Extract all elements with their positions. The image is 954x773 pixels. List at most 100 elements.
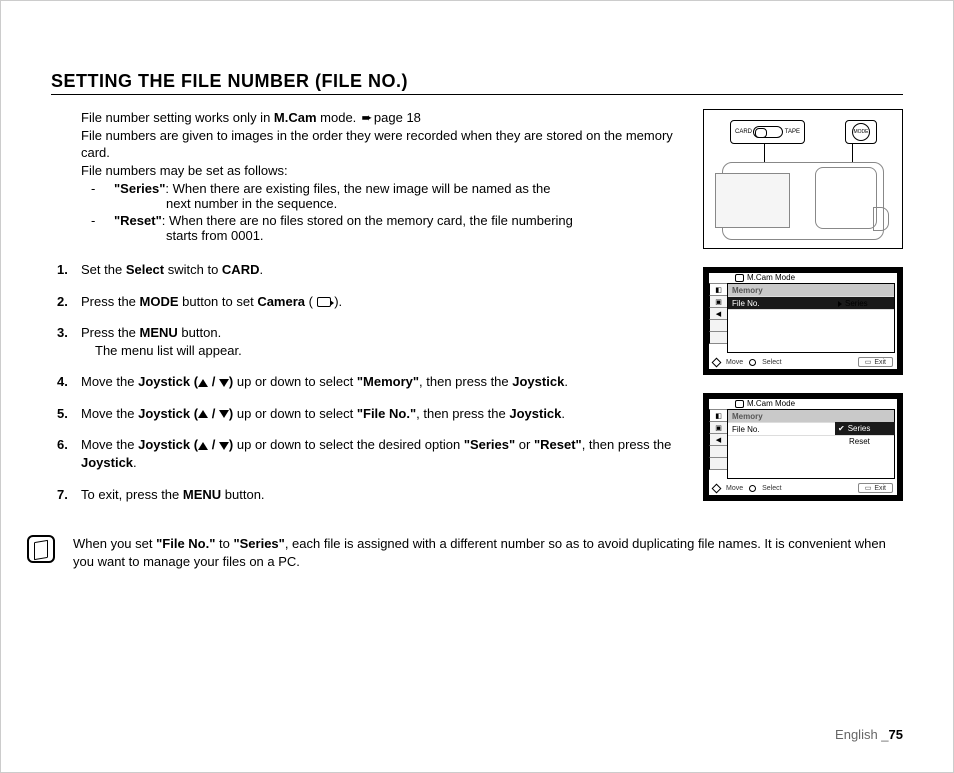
lcd-mode-label: M.Cam Mode xyxy=(731,273,799,282)
value-label: Series xyxy=(848,424,871,433)
step-text: Press the xyxy=(81,294,140,309)
footer-exit: ▭Exit xyxy=(858,483,893,493)
option-name: "Series" xyxy=(114,181,165,196)
note-part: to xyxy=(215,536,233,551)
step-4: Move the Joystick ( / ) up or down to se… xyxy=(57,373,678,391)
triangle-up-icon xyxy=(198,379,208,387)
step-text: up or down to select xyxy=(233,374,357,389)
step-text: , then press the xyxy=(582,437,672,452)
step-bold: CARD xyxy=(222,262,260,277)
value-series: ✔ Series xyxy=(835,422,895,435)
select-icon xyxy=(749,359,756,366)
step-7: To exit, press the MENU button. xyxy=(57,486,678,504)
option-desc: : When there are existing files, the new… xyxy=(165,181,550,196)
intro-text: File number setting works only in xyxy=(81,110,274,125)
step-text: . xyxy=(561,406,565,421)
bullet-dash: - xyxy=(91,181,99,211)
bullet-dash: - xyxy=(91,213,99,243)
value-series: Series xyxy=(835,297,895,310)
note-block: When you set "File No." to "Series", eac… xyxy=(27,535,903,570)
step-bold: / xyxy=(208,406,219,421)
tab-icon xyxy=(709,457,727,470)
step-bold: MODE xyxy=(140,294,179,309)
step-text: , then press the xyxy=(416,406,509,421)
step-bold: / xyxy=(208,437,219,452)
step-text: or xyxy=(515,437,534,452)
footer-exit: ▭Exit xyxy=(858,357,893,367)
lcd-screenshot-1: M.Cam Mode ◧ ▣ ◀ Memory File No. xyxy=(703,267,903,375)
step-text: Set the xyxy=(81,262,126,277)
exit-label: Exit xyxy=(874,485,886,492)
leader-line xyxy=(764,144,765,162)
camera-lcd-icon xyxy=(715,173,790,228)
step-bold: Joystick xyxy=(509,406,561,421)
step-bold: Joystick ( xyxy=(138,406,198,421)
menu-item-label: File No. xyxy=(732,425,760,434)
lcd-footer: Move Select ▭Exit xyxy=(713,482,893,494)
option-desc: : When there are no files stored on the … xyxy=(162,213,573,228)
mode-button-label: MODE xyxy=(852,123,870,141)
step-bold: / xyxy=(208,374,219,389)
note-bold: "File No." xyxy=(156,536,215,551)
step-bold: Camera xyxy=(257,294,305,309)
intro-block: File number setting works only in M.Cam … xyxy=(81,109,678,243)
lcd-side-tabs: ◧ ▣ ◀ xyxy=(709,409,727,469)
triangle-down-icon xyxy=(219,442,229,450)
step-bold: Joystick xyxy=(81,455,133,470)
step-bold: MENU xyxy=(140,325,178,340)
step-text: Press the xyxy=(81,325,140,340)
lcd-side-tabs: ◧ ▣ ◀ xyxy=(709,283,727,343)
step-bold: MENU xyxy=(183,487,221,502)
lcd-screenshot-2: M.Cam Mode ◧ ▣ ◀ Memory File No. xyxy=(703,393,903,501)
step-text: Move the xyxy=(81,406,138,421)
intro-text: mode. xyxy=(317,110,360,125)
step-text: button to set xyxy=(179,294,258,309)
lcd-mode-label: M.Cam Mode xyxy=(731,399,799,408)
triangle-right-icon xyxy=(838,301,842,307)
step-bold: "Memory" xyxy=(357,374,419,389)
note-bold: "Series" xyxy=(233,536,284,551)
camera-lens-icon xyxy=(873,207,889,231)
step-bold: "Reset" xyxy=(534,437,582,452)
menu-category: Memory xyxy=(728,284,894,297)
step-text: ( xyxy=(305,294,317,309)
step-text: To exit, press the xyxy=(81,487,183,502)
value-reset: Reset xyxy=(835,435,895,448)
triangle-down-icon xyxy=(219,410,229,418)
option-reset: - "Reset": When there are no files store… xyxy=(91,213,678,243)
lcd-footer: Move Select ▭Exit xyxy=(713,356,893,368)
switch-label-tape: TAPE xyxy=(785,129,800,135)
footer-lang: English _ xyxy=(835,727,888,742)
footer-select: Select xyxy=(762,359,781,366)
step-text: . xyxy=(564,374,568,389)
triangle-up-icon xyxy=(198,410,208,418)
footer-move: Move xyxy=(726,485,743,492)
camera-grip-icon xyxy=(815,167,877,229)
step-6: Move the Joystick ( / ) up or down to se… xyxy=(57,436,678,471)
lcd-value-column: ✔ Series Reset xyxy=(835,422,895,448)
camera-icon xyxy=(735,274,744,282)
note-part: When you set xyxy=(73,536,156,551)
step-3: Press the MENU button. The menu list wil… xyxy=(57,324,678,359)
options-list: - "Series": When there are existing file… xyxy=(91,181,678,243)
step-bold: Select xyxy=(126,262,164,277)
steps-list: Set the Select switch to CARD. Press the… xyxy=(57,261,678,503)
step-text: , then press the xyxy=(419,374,512,389)
card-tape-switch: CARD TAPE xyxy=(730,120,805,144)
step-text: up or down to select the desired option xyxy=(233,437,464,452)
camera-illustration: CARD TAPE MODE xyxy=(703,109,903,249)
footer-move: Move xyxy=(726,359,743,366)
manual-page: SETTING THE FILE NUMBER (FILE NO.) File … xyxy=(0,0,954,773)
triangle-down-icon xyxy=(219,379,229,387)
lcd-mode-text: M.Cam Mode xyxy=(747,273,795,282)
step-text: up or down to select xyxy=(233,406,357,421)
option-desc: starts from 0001. xyxy=(114,228,678,243)
step-subtext: The menu list will appear. xyxy=(95,342,678,360)
footer-page-number: 75 xyxy=(889,727,903,742)
page-footer: English _75 xyxy=(835,727,903,742)
step-bold: "File No." xyxy=(357,406,416,421)
leader-line xyxy=(852,144,853,162)
camera-icon xyxy=(317,297,331,307)
step-text: . xyxy=(259,262,263,277)
step-bold: Joystick xyxy=(512,374,564,389)
